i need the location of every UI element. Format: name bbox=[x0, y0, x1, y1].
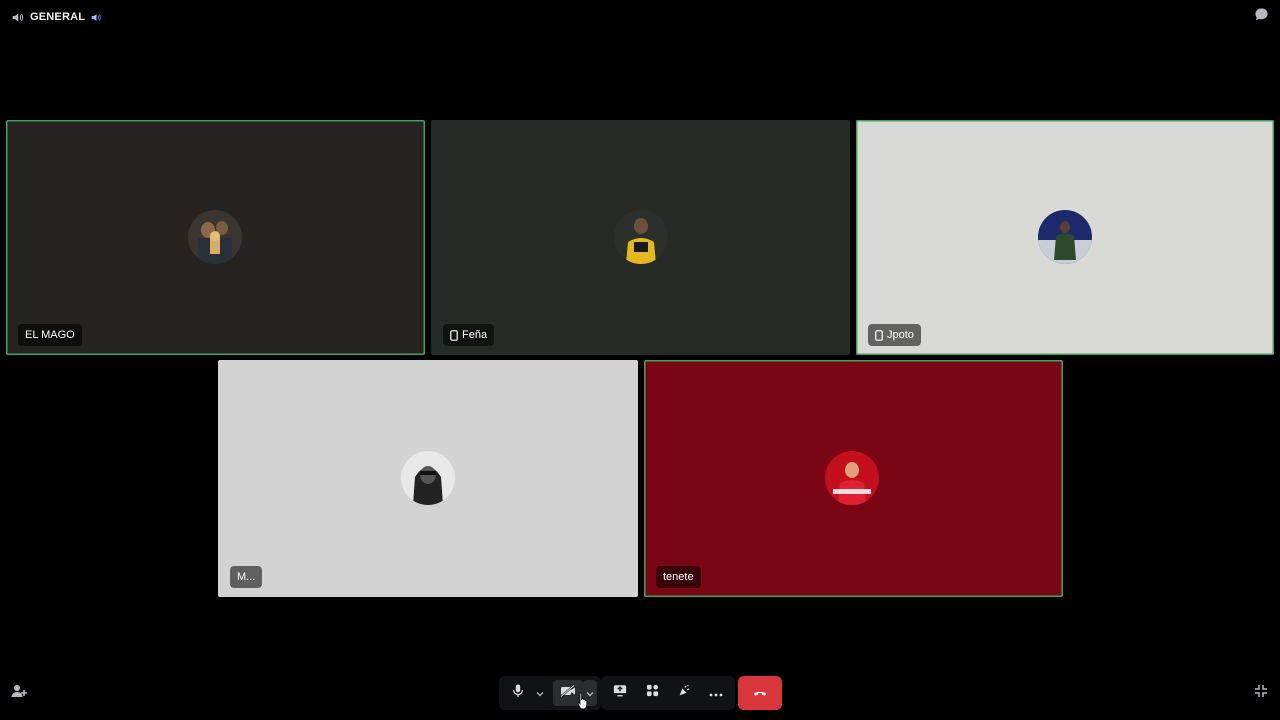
chat-bubble-icon bbox=[1254, 7, 1269, 27]
disconnect-button[interactable] bbox=[738, 676, 782, 710]
av-controls bbox=[499, 676, 601, 710]
hang-up-icon bbox=[753, 684, 767, 702]
more-icon bbox=[709, 684, 723, 702]
participant-tile[interactable]: EL MAGO bbox=[6, 120, 425, 355]
participant-name-tag: EL MAGO bbox=[18, 324, 82, 346]
call-header: GENERAL bbox=[0, 0, 1280, 34]
participant-tile[interactable]: Feña bbox=[431, 120, 850, 355]
mute-button[interactable] bbox=[503, 680, 533, 706]
soundboard-icon bbox=[677, 684, 691, 703]
avatar bbox=[188, 210, 242, 264]
avatar bbox=[1038, 210, 1092, 264]
video-options-button[interactable] bbox=[583, 680, 597, 706]
avatar bbox=[401, 451, 455, 505]
screen-share-button[interactable] bbox=[605, 680, 635, 706]
channel-name: GENERAL bbox=[30, 11, 86, 23]
activities-icon bbox=[646, 684, 659, 702]
speaker-emoji-icon bbox=[91, 11, 103, 23]
participant-name: Jpoto bbox=[887, 329, 914, 341]
participant-tile[interactable]: Jpoto bbox=[856, 120, 1274, 355]
add-person-icon bbox=[11, 683, 27, 704]
participant-tile[interactable]: tenete bbox=[644, 360, 1063, 597]
voice-controls bbox=[499, 676, 601, 710]
participant-tile[interactable]: M... bbox=[218, 360, 638, 597]
participant-name-tag: Feña bbox=[443, 324, 495, 346]
mobile-phone-icon bbox=[450, 329, 458, 341]
participant-name: EL MAGO bbox=[25, 329, 75, 341]
mobile-phone-icon bbox=[875, 329, 883, 341]
chevron-down-icon bbox=[536, 684, 544, 702]
camera-off-icon bbox=[560, 684, 576, 702]
screen-share-icon bbox=[613, 684, 627, 702]
activity-controls bbox=[601, 676, 735, 710]
avatar bbox=[825, 451, 879, 505]
minimize-icon bbox=[1254, 684, 1268, 703]
camera-button[interactable] bbox=[553, 680, 583, 706]
participant-name-tag: tenete bbox=[656, 566, 701, 588]
participant-name-tag: Jpoto bbox=[868, 324, 921, 346]
avatar bbox=[614, 210, 668, 264]
activity-group bbox=[601, 676, 735, 710]
more-options-button[interactable] bbox=[701, 680, 731, 706]
participant-name: Feña bbox=[462, 329, 488, 341]
participant-name: tenete bbox=[663, 571, 694, 583]
participant-name: M... bbox=[237, 571, 256, 583]
audio-options-button[interactable] bbox=[533, 680, 547, 706]
activities-button[interactable] bbox=[637, 680, 667, 706]
participant-name-tag: M... bbox=[230, 566, 263, 588]
chevron-down-icon bbox=[586, 684, 594, 702]
exit-fullscreen-button[interactable] bbox=[1252, 684, 1270, 702]
chat-button[interactable] bbox=[1252, 7, 1270, 27]
voice-channel-icon bbox=[10, 10, 24, 24]
channel-info: GENERAL bbox=[10, 9, 103, 25]
microphone-icon bbox=[512, 683, 524, 703]
soundboard-button[interactable] bbox=[669, 680, 699, 706]
invite-button[interactable] bbox=[10, 684, 28, 702]
